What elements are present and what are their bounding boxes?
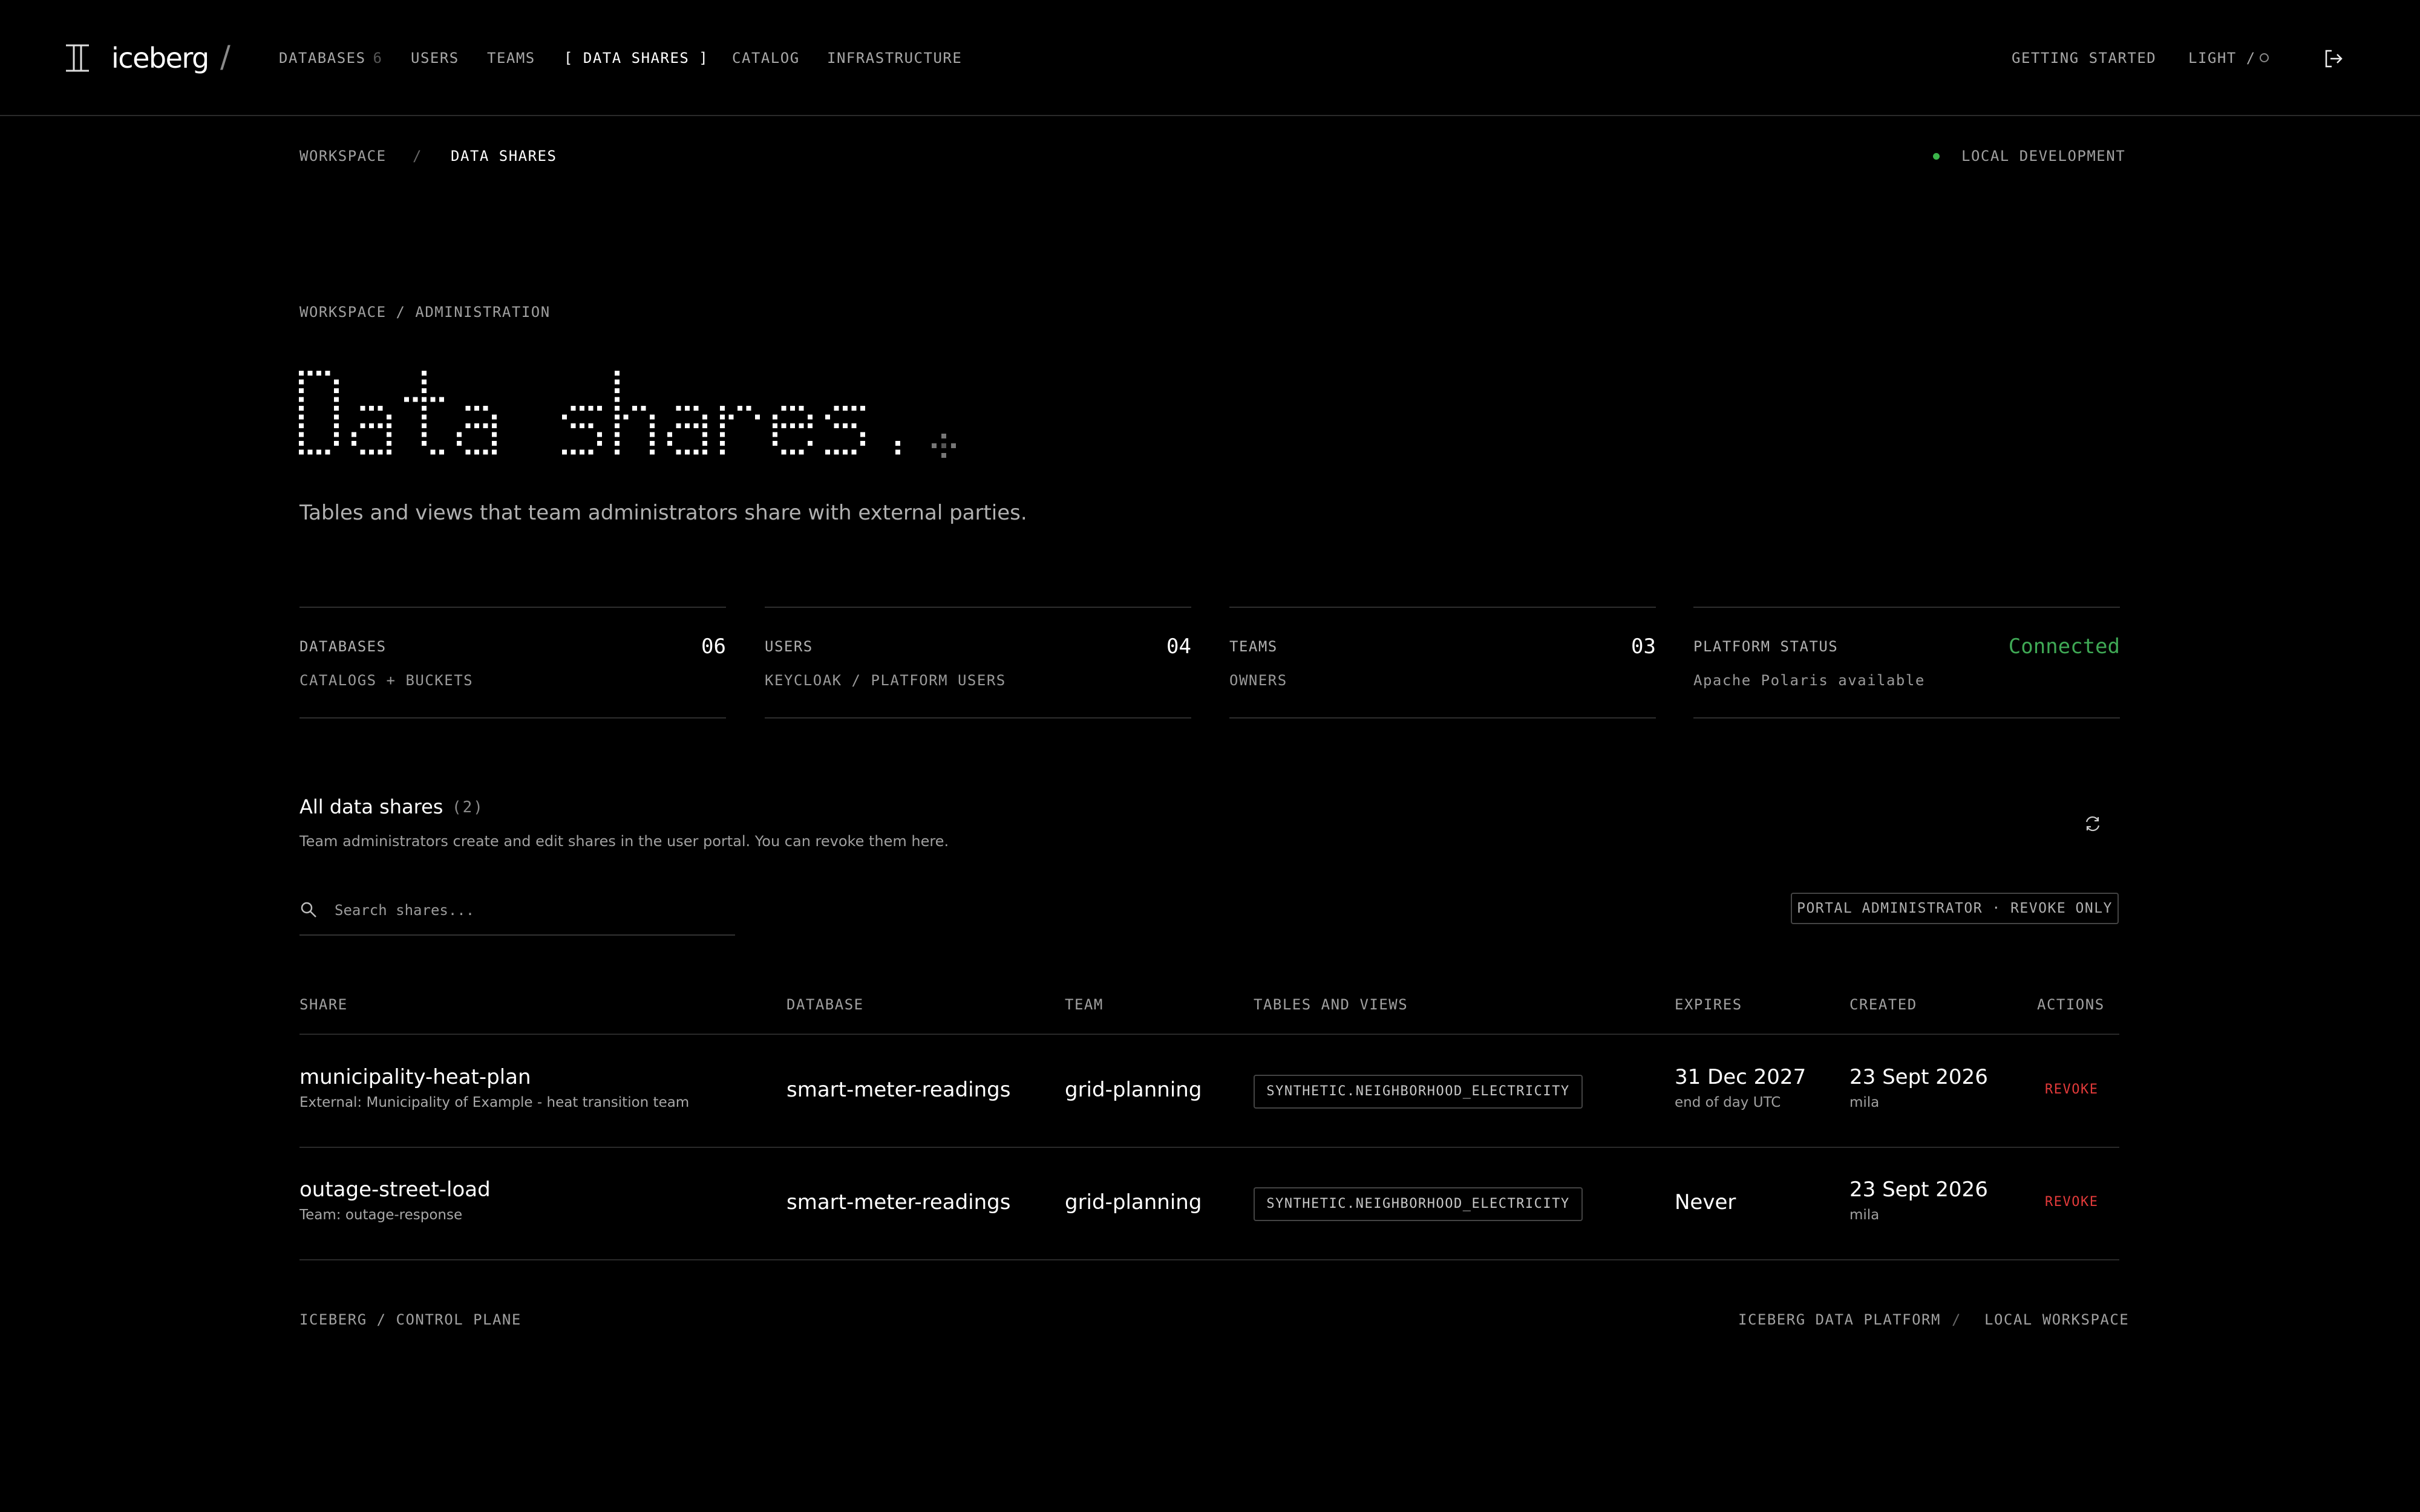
share-expires: 31 Dec 2027 [1675,1065,1807,1089]
share-recipient: External: Municipality of Example - heat… [299,1095,690,1110]
page-subtitle: Tables and views that team administrator… [299,501,1027,525]
stat-label: TEAMS [1229,638,1278,655]
role-badge: PORTAL ADMINISTRATOR · REVOKE ONLY [1791,893,2119,924]
share-name[interactable]: outage-street-load [299,1177,491,1202]
stat-value: 03 [1631,634,1656,659]
revoke-button[interactable]: REVOKE [2045,1081,2098,1099]
column-header-actions: ACTIONS [2037,996,2105,1013]
share-team: grid-planning [1065,1190,1202,1214]
revoke-button[interactable]: REVOKE [2045,1193,2098,1211]
top-navigation-bar: iceberg / DATABASES 6 USERS TEAMS [ DATA … [0,0,2420,116]
nav-item-catalog[interactable]: CATALOG [732,48,800,68]
stat-subtitle: Apache Polaris available [1693,672,1925,689]
page-title [299,371,956,458]
nav-item-teams[interactable]: TEAMS [487,48,535,68]
column-header-tables-and-views: TABLES AND VIEWS [1254,996,1408,1013]
stat-card-teams: TEAMS 03 OWNERS [1229,607,1656,719]
search-field[interactable] [299,891,735,936]
nav-item-label: DATABASES [279,50,366,67]
nav-item-users[interactable]: USERS [411,48,459,68]
footer-separator: / [1952,1311,1961,1328]
databases-count-badge: 6 [373,50,383,67]
stat-label: PLATFORM STATUS [1693,638,1839,655]
share-created: 23 Sept 2026 [1849,1178,1988,1202]
share-created-by: mila [1849,1207,1880,1223]
nav-item-databases[interactable]: DATABASES 6 [279,48,383,68]
share-database: smart-meter-readings [786,1078,1011,1102]
column-header-database: DATABASE [786,996,864,1013]
footer-left-label: ICEBERG / CONTROL PLANE [299,1311,522,1328]
nav-item-infrastructure[interactable]: INFRASTRUCTURE [827,48,962,68]
search-icon [301,902,316,917]
stat-subtitle: KEYCLOAK / PLATFORM USERS [765,672,1006,689]
share-recipient: Team: outage-response [299,1207,463,1223]
platform-status-value: Connected [2008,634,2120,659]
theme-toggle[interactable]: LIGHT / [2188,48,2269,68]
shared-table-chip: SYNTHETIC.NEIGHBORHOOD_ELECTRICITY [1254,1187,1583,1221]
column-header-expires: EXPIRES [1675,996,1742,1013]
share-expires: Never [1675,1190,1736,1214]
iceberg-logo-icon[interactable] [64,44,91,73]
footer-workspace-label: LOCAL WORKSPACE [1984,1311,2130,1328]
breadcrumb-workspace[interactable]: WORKSPACE [299,146,387,166]
stat-card-platform-status: PLATFORM STATUS Connected Apache Polaris… [1693,607,2120,719]
stat-card-users: USERS 04 KEYCLOAK / PLATFORM USERS [765,607,1191,719]
section-description: Team administrators create and edit shar… [299,833,949,850]
brand-separator: / [220,39,231,74]
page-eyebrow: WORKSPACE / ADMINISTRATION [299,304,551,321]
table-row[interactable]: outage-street-load Team: outage-response… [0,1148,2420,1260]
table-bottom-divider [299,1259,2119,1260]
environment-status-dot [1933,153,1940,160]
section-title: All data shares [299,795,443,818]
stat-value: 04 [1166,634,1191,659]
breadcrumb-current: DATA SHARES [451,148,557,165]
share-created: 23 Sept 2026 [1849,1065,1988,1089]
search-input[interactable] [333,897,723,924]
stat-label: DATABASES [299,638,387,655]
refresh-icon[interactable] [2082,813,2103,834]
getting-started-link[interactable]: GETTING STARTED [2012,48,2156,68]
nav-item-data-shares[interactable]: [ DATA SHARES ] [564,48,708,68]
column-header-team: TEAM [1065,996,1104,1013]
footer-platform-label: ICEBERG DATA PLATFORM [1738,1311,1941,1328]
shared-table-chip: SYNTHETIC.NEIGHBORHOOD_ELECTRICITY [1254,1075,1583,1109]
column-header-share: SHARE [299,996,348,1013]
logout-icon[interactable] [2323,48,2344,69]
share-expires-note: end of day UTC [1675,1095,1781,1110]
stat-subtitle: CATALOGS + BUCKETS [299,672,474,689]
section-count: (2) [452,798,484,816]
table-row[interactable]: municipality-heat-plan External: Municip… [0,1035,2420,1147]
environment-label: LOCAL DEVELOPMENT [1961,148,2126,165]
stat-value: 06 [701,634,726,659]
share-database: smart-meter-readings [786,1190,1011,1214]
stat-label: USERS [765,638,813,655]
brand-name[interactable]: iceberg [111,40,209,76]
theme-toggle-label: LIGHT / [2188,50,2256,67]
share-team: grid-planning [1065,1078,1202,1102]
breadcrumb-separator: / [413,148,422,165]
stat-subtitle: OWNERS [1229,672,1287,689]
stat-card-databases: DATABASES 06 CATALOGS + BUCKETS [299,607,726,719]
share-created-by: mila [1849,1095,1880,1110]
share-name[interactable]: municipality-heat-plan [299,1064,531,1090]
theme-circle-icon [2259,53,2269,62]
column-header-created: CREATED [1849,996,1917,1013]
